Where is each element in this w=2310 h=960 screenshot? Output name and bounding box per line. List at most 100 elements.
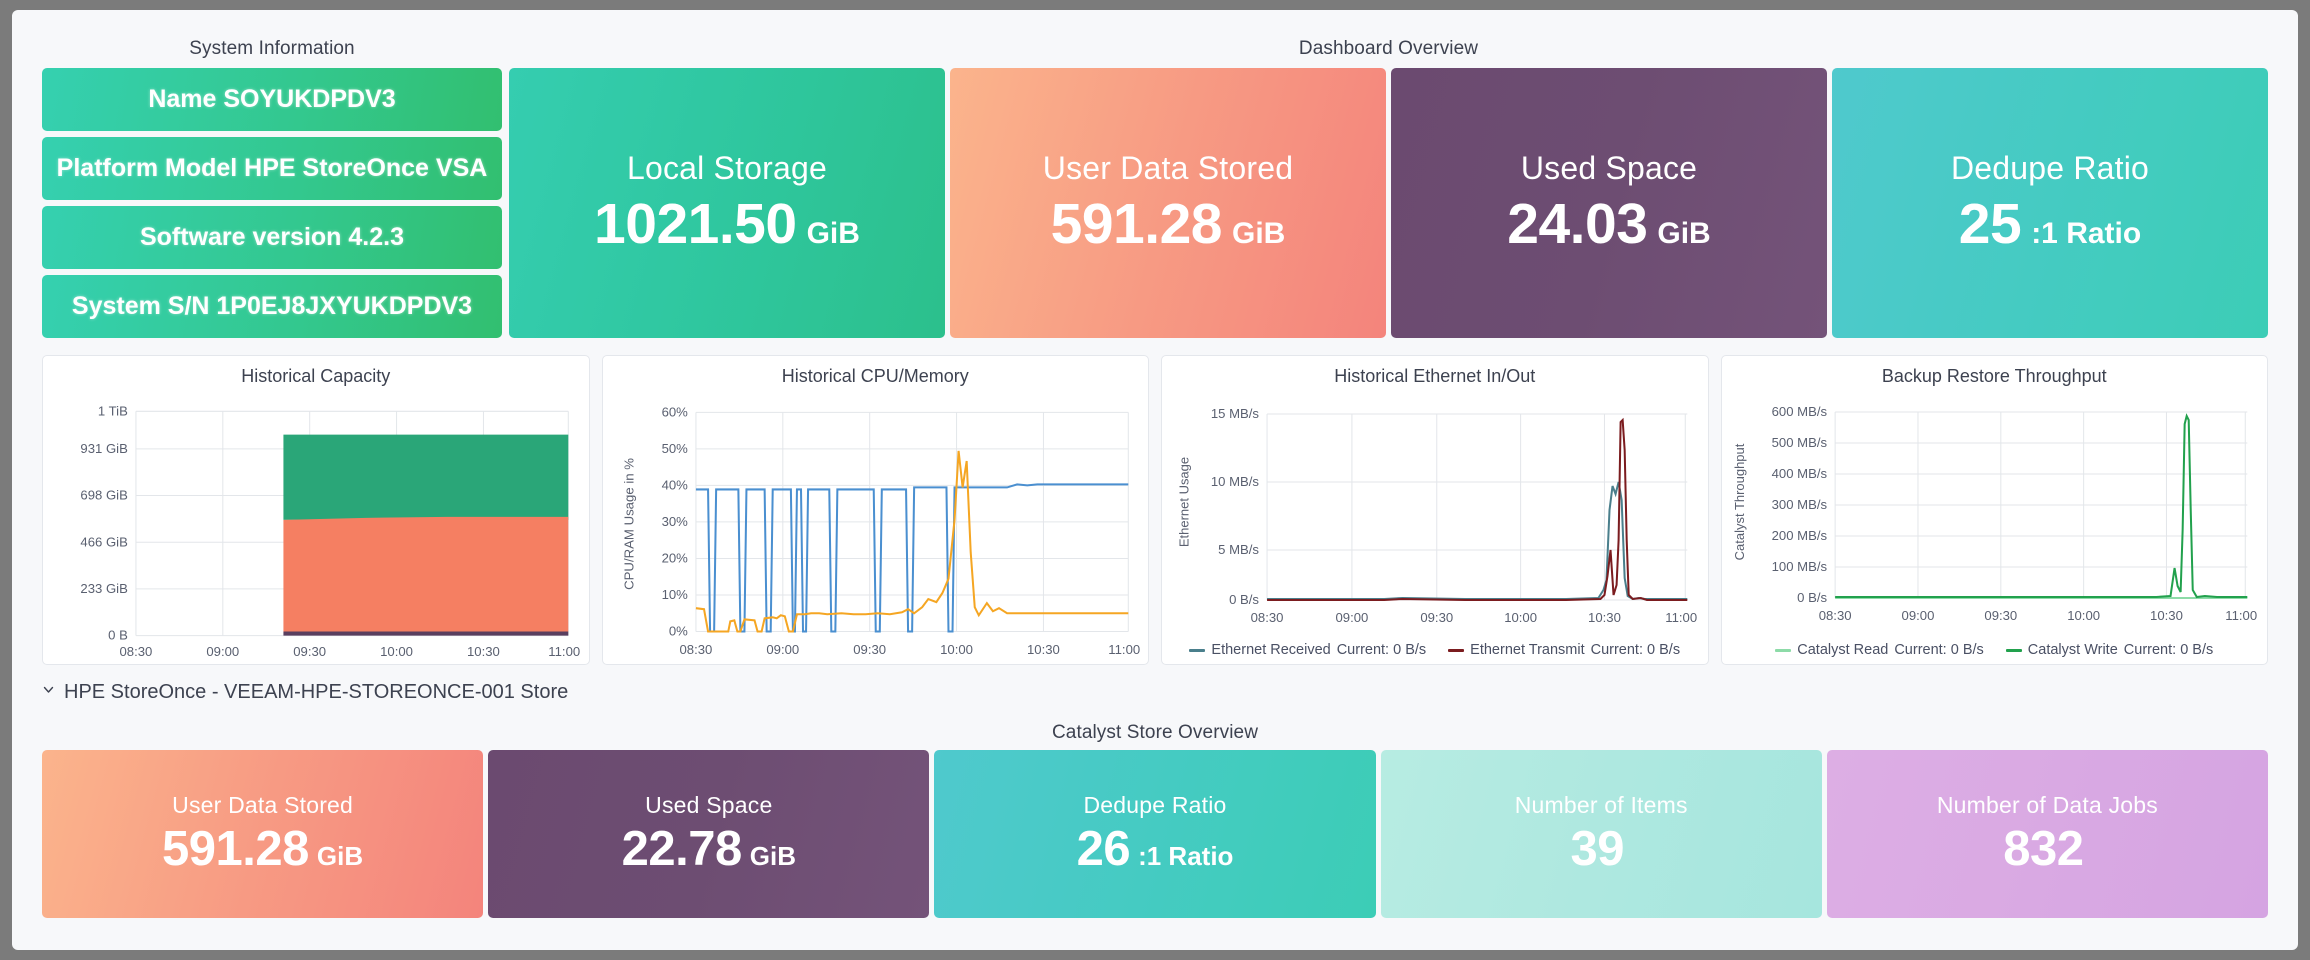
catalyst-tile-used-space-value: 22.78 xyxy=(621,821,743,876)
xtick-1100: 11:00 xyxy=(1665,610,1697,625)
catalyst-tile-dedupe-ratio-value-line: 26 :1 Ratio xyxy=(1077,821,1234,877)
ytick-0bs: 0 B/s xyxy=(1229,592,1259,607)
system-info-tile-name[interactable]: Name SOYUKDPDV3 xyxy=(42,68,502,131)
legend-catalyst-write-label: Catalyst Write xyxy=(2027,642,2118,658)
kpi-tile-dedupe-ratio-unit: :1 Ratio xyxy=(2031,216,2142,250)
ytick-466gib: 466 GiB xyxy=(80,534,128,549)
legend-ethernet-received[interactable]: Ethernet Received Current: 0 B/s xyxy=(1189,642,1426,658)
catalyst-tile-user-data-stored-label: User Data Stored xyxy=(172,791,354,818)
historical-cpu-memory-svg: CPU/RAM Usage in % 60% 50% 40% 30% 20% 1… xyxy=(621,404,1140,657)
historical-capacity-plot: 1 TiB 931 GiB 698 GiB 466 GiB 233 GiB 0 … xyxy=(43,390,589,664)
dashboard-overview-tiles: Local Storage 1021.50 GiB User Data Stor… xyxy=(509,68,2268,338)
catalyst-tile-used-space[interactable]: Used Space 22.78 GiB xyxy=(488,750,930,918)
xtick-1000: 10:00 xyxy=(940,642,973,657)
historical-capacity-svg: 1 TiB 931 GiB 698 GiB 466 GiB 233 GiB 0 … xyxy=(80,403,580,659)
legend-ethernet-transmit[interactable]: Ethernet Transmit Current: 0 B/s xyxy=(1448,642,1680,658)
xtick-0900: 09:00 xyxy=(206,644,239,659)
legend-ethernet-transmit-label: Ethernet Transmit xyxy=(1470,642,1585,658)
ytick-500mbs: 500 MB/s xyxy=(1771,435,1827,450)
catalyst-tile-number-of-data-jobs[interactable]: Number of Data Jobs 832 xyxy=(1826,750,2269,918)
kpi-tile-used-space-value-line: 24.03 GiB xyxy=(1507,191,1710,257)
system-info-tile-platform-model[interactable]: Platform Model HPE StoreOnce VSA xyxy=(42,137,502,200)
kpi-tile-user-data-stored[interactable]: User Data Stored 591.28 GiB xyxy=(950,68,1386,338)
legend-ethernet-received-current: Current: 0 B/s xyxy=(1336,642,1427,658)
xtick-1100: 11:00 xyxy=(1108,642,1140,657)
kpi-tile-user-data-stored-value: 591.28 xyxy=(1050,191,1223,256)
catalyst-store-overview-tiles: User Data Stored 591.28 GiB Used Space 2… xyxy=(42,750,2269,918)
panel-historical-capacity-title: Historical Capacity xyxy=(241,366,391,386)
catalyst-tile-used-space-unit: GiB xyxy=(749,840,796,871)
xtick-1000: 10:00 xyxy=(1504,610,1537,625)
store-collapsible-header[interactable]: HPE StoreOnce - VEEAM-HPE-STOREONCE-001 … xyxy=(42,675,568,709)
catalyst-tile-number-of-data-jobs-label: Number of Data Jobs xyxy=(1936,791,2158,818)
kpi-tile-used-space[interactable]: Used Space 24.03 GiB xyxy=(1391,68,1827,338)
kpi-tile-used-space-value: 24.03 xyxy=(1507,191,1648,256)
catalyst-tile-used-space-label: Used Space xyxy=(645,791,773,818)
catalyst-tile-user-data-stored[interactable]: User Data Stored 591.28 GiB xyxy=(42,750,484,918)
kpi-tile-user-data-stored-unit: GiB xyxy=(1232,216,1286,250)
ytick-931gib: 931 GiB xyxy=(80,441,128,456)
legend-line-icon xyxy=(1189,648,1206,652)
kpi-tile-local-storage-unit: GiB xyxy=(806,216,860,250)
panel-backup-restore-throughput-title: Backup Restore Throughput xyxy=(1881,366,2107,386)
cpu-memory-ylabel: CPU/RAM Usage in % xyxy=(621,458,636,590)
chevron-down-icon[interactable] xyxy=(42,683,55,696)
xtick-0830: 08:30 xyxy=(120,644,153,659)
system-info-tile-software-version-text: Software version 4.2.3 xyxy=(139,223,404,251)
ytick-0pct: 0% xyxy=(668,624,687,639)
kpi-tile-user-data-stored-label: User Data Stored xyxy=(1042,149,1294,186)
system-info-tile-system-sn[interactable]: System S/N 1P0EJ8JXYUKDPDV3 xyxy=(42,275,502,338)
ytick-1tib: 1 TiB xyxy=(98,403,128,418)
dashboard-viewport: System Information Dashboard Overview Na… xyxy=(12,10,2298,950)
catalyst-store-overview-caption: Catalyst Store Overview xyxy=(1051,722,1259,743)
ytick-0bs: 0 B/s xyxy=(1797,590,1827,605)
xtick-1000: 10:00 xyxy=(2067,608,2100,623)
system-information-tiles: Name SOYUKDPDV3 Platform Model HPE Store… xyxy=(42,68,502,338)
xtick-1030: 10:30 xyxy=(1588,610,1621,625)
catalyst-tile-used-space-value-line: 22.78 GiB xyxy=(622,821,796,877)
catalyst-tile-user-data-stored-value-line: 591.28 GiB xyxy=(162,821,363,877)
series-user-data xyxy=(283,516,569,632)
backup-restore-throughput-svg: Catalyst Throughput 600 MB/s 500 MB/s 40… xyxy=(1732,404,2257,623)
legend-line-icon xyxy=(1775,648,1792,652)
panel-historical-capacity: Historical Capacity 1 TiB 931 GiB 698 Gi… xyxy=(42,355,590,665)
kpi-tile-user-data-stored-value-line: 591.28 GiB xyxy=(1051,191,1286,257)
top-captions: System Information Dashboard Overview xyxy=(12,38,2298,62)
legend-ethernet-transmit-current: Current: 0 B/s xyxy=(1590,642,1681,658)
legend-catalyst-read[interactable]: Catalyst Read Current: 0 B/s xyxy=(1775,642,1984,658)
system-info-tile-platform-model-text: Platform Model HPE StoreOnce VSA xyxy=(56,154,488,182)
kpi-tile-local-storage[interactable]: Local Storage 1021.50 GiB xyxy=(509,68,945,338)
xtick-0900: 09:00 xyxy=(1901,608,1934,623)
series-free-space xyxy=(283,434,569,520)
kpi-tile-used-space-label: Used Space xyxy=(1520,149,1698,186)
system-info-tile-software-version[interactable]: Software version 4.2.3 xyxy=(42,206,502,269)
xtick-0830: 08:30 xyxy=(1818,608,1851,623)
panel-backup-restore-throughput: Backup Restore Throughput Catalyst Throu… xyxy=(1720,355,2268,665)
xtick-1100: 11:00 xyxy=(548,644,580,659)
catalyst-tile-user-data-stored-unit: GiB xyxy=(316,840,364,871)
dashboard-overview-caption: Dashboard Overview xyxy=(1298,38,1479,59)
xtick-0930: 09:30 xyxy=(1984,608,2017,623)
catalyst-tile-dedupe-ratio-value: 26 xyxy=(1076,821,1131,876)
charts-row: Historical Capacity 1 TiB 931 GiB 698 Gi… xyxy=(42,355,2268,665)
ytick-50pct: 50% xyxy=(661,441,688,456)
ytick-698gib: 698 GiB xyxy=(80,488,128,503)
store-header-title: HPE StoreOnce - VEEAM-HPE-STOREONCE-001 … xyxy=(64,680,569,703)
legend-catalyst-write[interactable]: Catalyst Write Current: 0 B/s xyxy=(2005,642,2213,658)
catalyst-tile-dedupe-ratio-label: Dedupe Ratio xyxy=(1083,791,1227,818)
series-used-space xyxy=(283,631,569,636)
legend-catalyst-read-current: Current: 0 B/s xyxy=(1894,642,1984,658)
catalyst-tile-number-of-items-label: Number of Items xyxy=(1514,791,1688,818)
catalyst-tile-number-of-items[interactable]: Number of Items 39 xyxy=(1380,750,1822,918)
xtick-1100: 11:00 xyxy=(2225,608,2257,623)
catalyst-tile-dedupe-ratio[interactable]: Dedupe Ratio 26 :1 Ratio xyxy=(934,750,1376,918)
kpi-tile-dedupe-ratio-value-line: 25 :1 Ratio xyxy=(1959,191,2141,257)
kpi-tile-dedupe-ratio[interactable]: Dedupe Ratio 25 :1 Ratio xyxy=(1832,68,2268,338)
legend-line-icon xyxy=(2005,648,2022,652)
catalyst-ylabel: Catalyst Throughput xyxy=(1732,443,1747,560)
xtick-1030: 10:30 xyxy=(467,644,500,659)
xtick-1030: 10:30 xyxy=(1027,642,1060,657)
panel-historical-cpu-memory: Historical CPU/Memory CPU/RAM Usage in %… xyxy=(601,355,1149,665)
kpi-tile-local-storage-label: Local Storage xyxy=(626,149,828,186)
ethernet-ylabel: Ethernet Usage xyxy=(1176,457,1191,547)
